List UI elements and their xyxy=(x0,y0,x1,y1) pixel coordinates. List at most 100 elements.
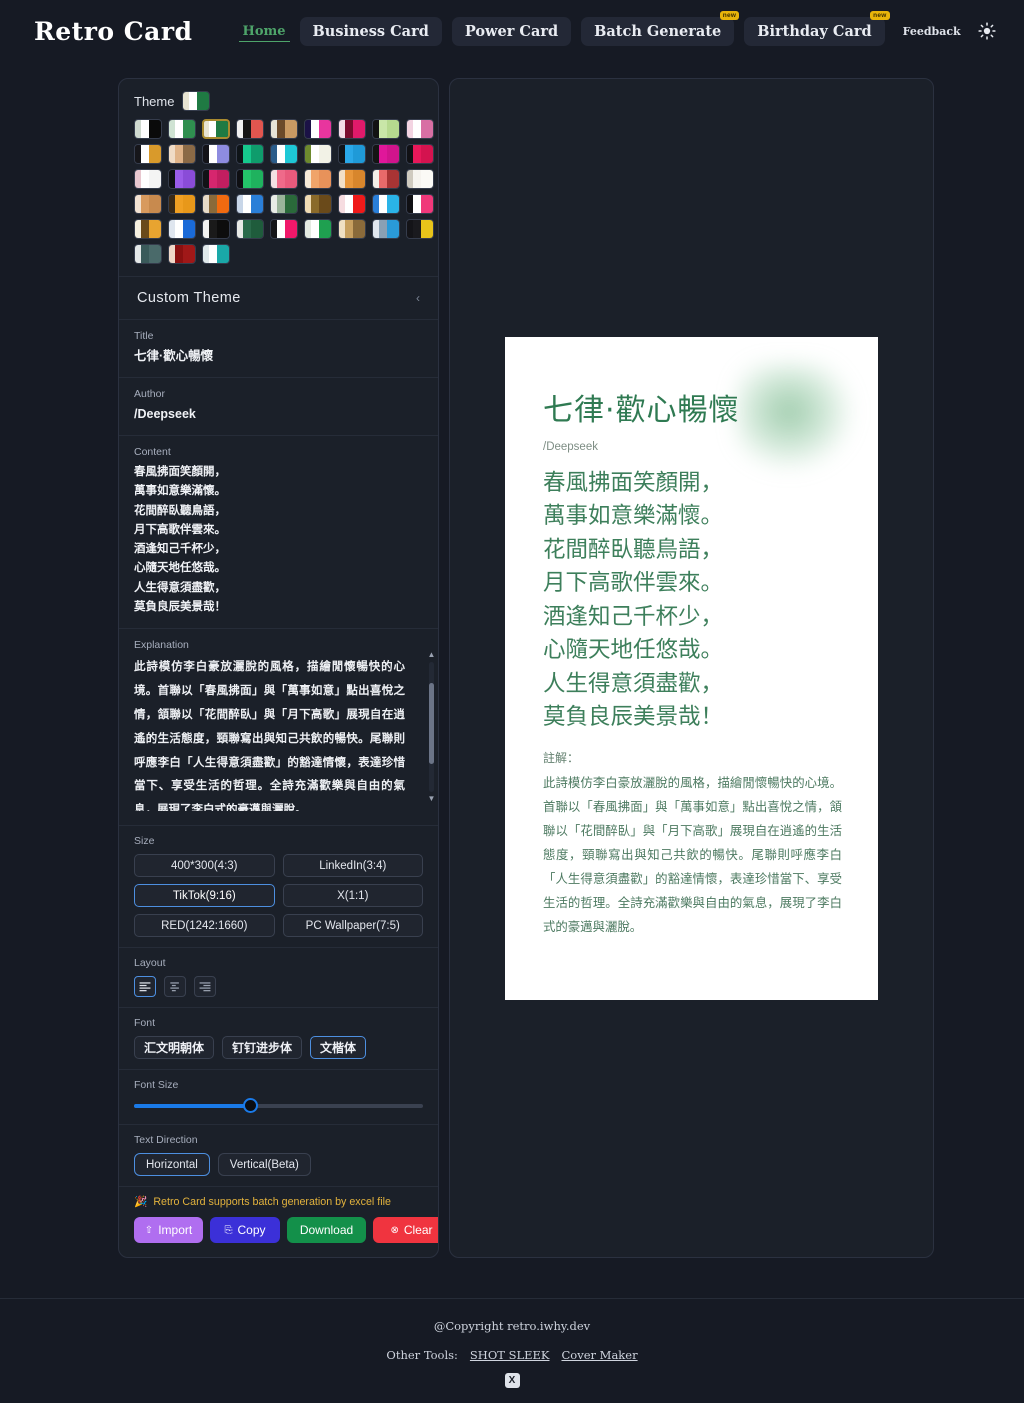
theme-swatch[interactable] xyxy=(270,219,298,239)
chevron-left-icon[interactable]: ‹ xyxy=(416,291,420,305)
theme-swatch[interactable] xyxy=(236,169,264,189)
theme-swatch[interactable] xyxy=(338,119,366,139)
theme-swatch[interactable] xyxy=(168,219,196,239)
theme-swatch[interactable] xyxy=(168,119,196,139)
scrollbar-track[interactable] xyxy=(429,662,434,793)
theme-swatch[interactable] xyxy=(202,144,230,164)
theme-swatch[interactable] xyxy=(270,194,298,214)
theme-swatch[interactable] xyxy=(372,219,400,239)
theme-swatch[interactable] xyxy=(338,219,366,239)
theme-swatch[interactable] xyxy=(134,244,162,264)
theme-swatch[interactable] xyxy=(202,169,230,189)
slider-knob[interactable] xyxy=(242,1098,258,1114)
theme-swatch[interactable] xyxy=(338,194,366,214)
size-option[interactable]: 400*300(4:3) xyxy=(134,854,275,878)
current-theme-swatch[interactable] xyxy=(182,91,211,111)
sun-icon[interactable] xyxy=(974,18,1000,44)
theme-swatch[interactable] xyxy=(202,244,230,264)
nav-item-feedback[interactable]: Feedback xyxy=(895,19,969,44)
author-field[interactable]: Author /Deepseek xyxy=(119,377,438,435)
nav-item-home[interactable]: Home xyxy=(238,20,290,42)
theme-swatch[interactable] xyxy=(168,244,196,264)
nav-item-batch-generate[interactable]: Batch Generate new xyxy=(581,10,740,46)
explanation-textarea[interactable]: 此詩模仿李白豪放灑脫的風格，描繪閒懷暢快的心境。首聯以「春風拂面」與「萬事如意」… xyxy=(134,656,405,811)
theme-swatch[interactable] xyxy=(236,219,264,239)
title-field[interactable]: Title 七律·歡心暢懷 xyxy=(119,319,438,377)
theme-swatch[interactable] xyxy=(270,119,298,139)
theme-swatch[interactable] xyxy=(236,194,264,214)
title-input[interactable]: 七律·歡心暢懷 xyxy=(134,347,423,366)
theme-swatch[interactable] xyxy=(304,169,332,189)
content-label: Content xyxy=(134,446,171,458)
size-option[interactable]: PC Wallpaper(7:5) xyxy=(282,914,423,938)
theme-swatch[interactable] xyxy=(270,169,298,189)
theme-swatch[interactable] xyxy=(304,144,332,164)
clear-button[interactable]: ⊗ Clear xyxy=(373,1217,438,1244)
copy-button[interactable]: ⎘ Copy xyxy=(210,1217,280,1244)
theme-swatch[interactable] xyxy=(134,119,162,139)
explanation-scroll-area[interactable]: 此詩模仿李白豪放灑脫的風格，描繪閒懷暢快的心境。首聯以「春風拂面」與「萬事如意」… xyxy=(134,656,423,811)
size-option[interactable]: X(1:1) xyxy=(282,884,423,908)
font-option[interactable]: 文楷体 xyxy=(310,1036,367,1060)
brand-logo[interactable]: Retro Card xyxy=(34,17,193,46)
font-option[interactable]: 汇文明朝体 xyxy=(134,1036,215,1060)
nav-item-label: Birthday Card xyxy=(757,22,872,40)
content-textarea[interactable]: 春風拂面笑顏開， 萬事如意樂滿懷。 花間醉臥聽鳥語， 月下高歌伴雲來。 酒逢知己… xyxy=(134,463,423,617)
nav-item-birthday-card[interactable]: Birthday Card new xyxy=(744,10,890,46)
import-button[interactable]: ⇧ Import xyxy=(134,1217,203,1244)
theme-swatch[interactable] xyxy=(134,219,162,239)
theme-swatch[interactable] xyxy=(236,119,264,139)
theme-swatch[interactable] xyxy=(338,169,366,189)
theme-swatch[interactable] xyxy=(406,219,434,239)
custom-theme-row[interactable]: Custom Theme ‹ xyxy=(119,276,438,319)
theme-swatch[interactable] xyxy=(304,194,332,214)
align-center-icon[interactable] xyxy=(164,976,186,998)
scroll-up-arrow-icon[interactable]: ▲ xyxy=(428,651,436,659)
theme-swatch[interactable] xyxy=(304,219,332,239)
size-options: 400*300(4:3) LinkedIn(3:4) TikTok(9:16) X(1… xyxy=(134,854,423,938)
theme-swatch[interactable] xyxy=(134,169,162,189)
font-size-slider[interactable] xyxy=(134,1098,423,1114)
direction-option[interactable]: Horizontal xyxy=(134,1153,210,1177)
align-right-icon[interactable] xyxy=(194,976,216,998)
size-option[interactable]: RED(1242:1660) xyxy=(134,914,275,938)
theme-swatch[interactable] xyxy=(372,119,400,139)
theme-swatch[interactable] xyxy=(270,144,298,164)
link-shot-sleek[interactable]: SHOT SLEEK xyxy=(470,1348,550,1362)
size-option[interactable]: TikTok(9:16) xyxy=(134,884,275,908)
align-left-icon[interactable] xyxy=(134,976,156,998)
theme-swatch[interactable] xyxy=(406,144,434,164)
theme-swatch[interactable] xyxy=(406,119,434,139)
theme-swatch[interactable] xyxy=(202,119,230,139)
theme-swatch[interactable] xyxy=(168,144,196,164)
theme-swatch[interactable] xyxy=(202,219,230,239)
scroll-down-arrow-icon[interactable]: ▼ xyxy=(428,795,436,803)
scrollbar-thumb[interactable] xyxy=(429,683,434,764)
content-field[interactable]: Content 春風拂面笑顏開， 萬事如意樂滿懷。 花間醉臥聽鳥語， 月下高歌伴… xyxy=(119,435,438,628)
theme-swatch[interactable] xyxy=(372,144,400,164)
theme-swatch[interactable] xyxy=(406,194,434,214)
theme-swatch[interactable] xyxy=(338,144,366,164)
nav-item-business-card[interactable]: Business Card xyxy=(299,16,442,46)
theme-swatch[interactable] xyxy=(168,194,196,214)
explanation-scrollbar[interactable]: ▲ ▼ xyxy=(427,651,436,803)
theme-swatch[interactable] xyxy=(372,169,400,189)
theme-swatch[interactable] xyxy=(202,194,230,214)
theme-swatch[interactable] xyxy=(372,194,400,214)
explanation-field[interactable]: Explanation 此詩模仿李白豪放灑脫的風格，描繪閒懷暢快的心境。首聯以「… xyxy=(119,628,438,825)
nav-item-power-card[interactable]: Power Card xyxy=(451,16,572,46)
theme-swatch[interactable] xyxy=(134,194,162,214)
direction-option[interactable]: Vertical(Beta) xyxy=(217,1153,311,1177)
font-option[interactable]: 钉钉进步体 xyxy=(222,1036,303,1060)
size-option[interactable]: LinkedIn(3:4) xyxy=(282,854,423,878)
download-button[interactable]: Download xyxy=(287,1217,366,1244)
theme-swatch[interactable] xyxy=(406,169,434,189)
theme-swatch[interactable] xyxy=(134,144,162,164)
theme-swatch[interactable] xyxy=(304,119,332,139)
x-social-icon[interactable]: X xyxy=(504,1373,520,1388)
theme-swatch[interactable] xyxy=(236,144,264,164)
author-input[interactable]: /Deepseek xyxy=(134,405,423,424)
theme-swatch[interactable] xyxy=(168,169,196,189)
link-cover-maker[interactable]: Cover Maker xyxy=(561,1348,637,1362)
generated-card[interactable]: 七律·歡心暢懷 /Deepseek 春風拂面笑顏開， 萬事如意樂滿懷。 花間醉臥… xyxy=(505,336,878,1000)
